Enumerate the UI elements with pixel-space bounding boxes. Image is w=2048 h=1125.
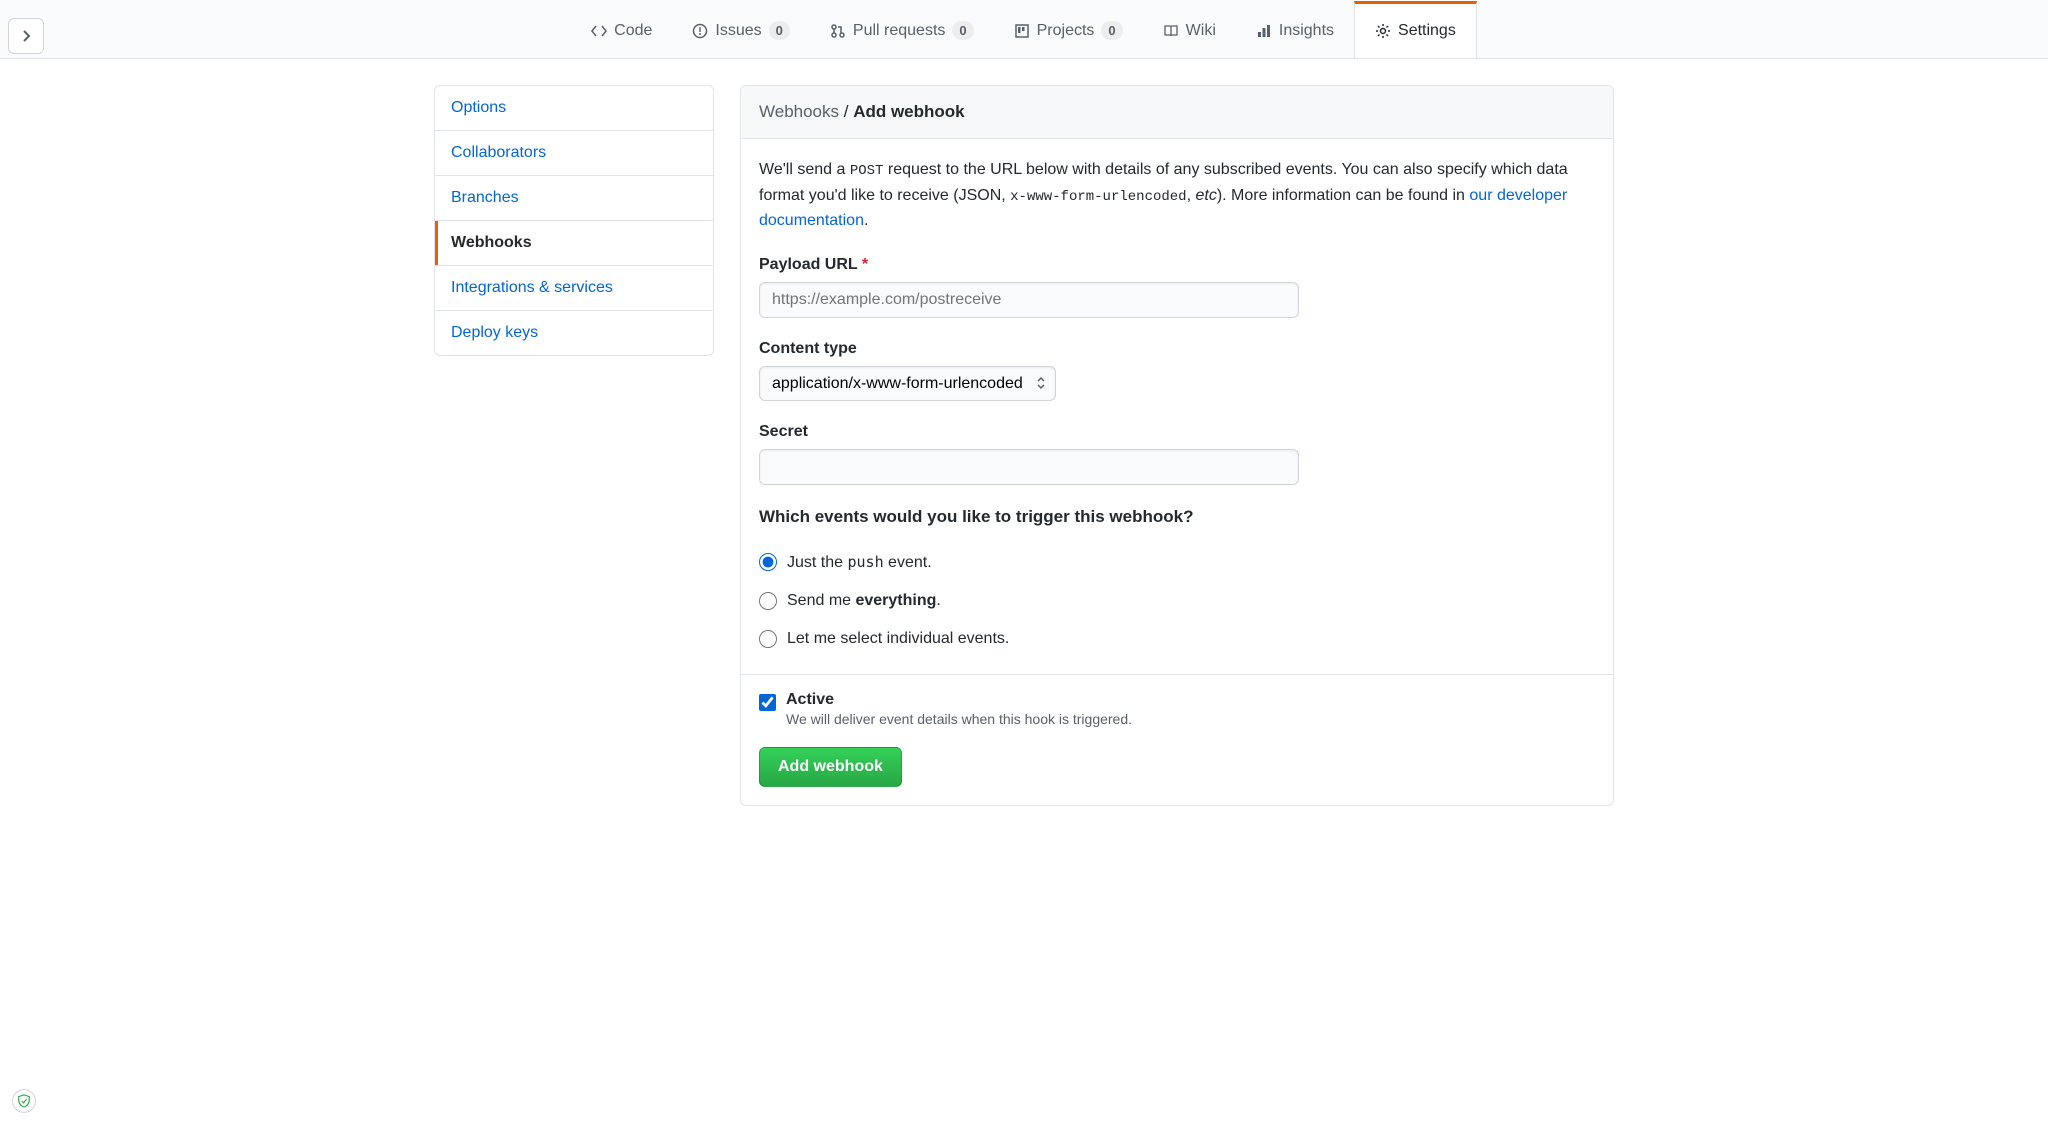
tab-pull-requests[interactable]: Pull requests 0 [810,0,994,58]
tab-label: Settings [1398,22,1456,40]
tab-label: Insights [1279,22,1334,40]
active-description: We will deliver event details when this … [786,711,1132,727]
content-type-select[interactable]: application/x-www-form-urlencoded [759,366,1056,401]
tab-code[interactable]: Code [571,1,672,58]
breadcrumb-parent[interactable]: Webhooks [759,102,839,121]
radio-individual-label: Let me select individual events. [787,630,1009,648]
radio-push-event[interactable] [759,553,777,571]
expand-sidebar-button[interactable] [8,18,44,54]
code-icon [591,23,607,39]
tab-insights[interactable]: Insights [1236,1,1354,58]
issue-icon [692,23,708,39]
repo-top-bar: Code Issues 0 Pull requests 0 Projects 0… [0,0,2048,59]
tab-settings[interactable]: Settings [1354,1,1477,58]
issues-count: 0 [769,21,790,40]
add-webhook-button[interactable]: Add webhook [759,747,902,787]
tab-label: Code [614,22,652,40]
book-icon [1163,23,1179,39]
sidebar-item-branches[interactable]: Branches [435,176,713,221]
radio-everything-label: Send me everything. [787,592,941,610]
content-type-label: Content type [759,340,1595,358]
tab-projects[interactable]: Projects 0 [994,0,1143,58]
payload-url-input[interactable] [759,282,1299,318]
divider [741,674,1613,675]
active-label: Active [786,691,1132,709]
tab-label: Projects [1037,22,1095,40]
sidebar-item-label: Webhooks [451,234,532,251]
sidebar-item-integrations[interactable]: Integrations & services [435,266,713,311]
projects-icon [1014,23,1030,39]
projects-count: 0 [1101,21,1122,40]
sidebar-item-options[interactable]: Options [435,86,713,131]
breadcrumb: Webhooks / Add webhook [741,86,1613,139]
active-checkbox[interactable] [759,694,776,711]
description-text: We'll send a POST request to the URL bel… [759,157,1595,234]
payload-url-label: Payload URL * [759,256,1595,274]
main-panel: Webhooks / Add webhook We'll send a POST… [740,85,1614,806]
tab-wiki[interactable]: Wiki [1143,1,1236,58]
pull-request-icon [830,23,846,39]
chevron-right-icon [21,29,31,43]
secret-label: Secret [759,423,1595,441]
sidebar-item-label: Collaborators [451,144,546,161]
shield-badge-icon[interactable] [12,1089,36,1113]
sidebar-item-deploy-keys[interactable]: Deploy keys [435,311,713,355]
settings-sidebar: Options Collaborators Branches Webhooks … [434,85,714,806]
sidebar-item-collaborators[interactable]: Collaborators [435,131,713,176]
sidebar-item-label: Deploy keys [451,324,538,341]
secret-input[interactable] [759,449,1299,485]
radio-everything[interactable] [759,592,777,610]
repo-tabs: Code Issues 0 Pull requests 0 Projects 0… [0,0,2048,58]
radio-push-label: Just the push event. [787,553,932,572]
tab-label: Pull requests [853,22,946,40]
tab-label: Issues [715,22,761,40]
sidebar-item-webhooks[interactable]: Webhooks [435,221,713,266]
tab-issues[interactable]: Issues 0 [672,0,809,58]
tab-label: Wiki [1186,22,1216,40]
sidebar-item-label: Options [451,99,506,116]
graph-icon [1256,23,1272,39]
events-heading: Which events would you like to trigger t… [759,507,1595,527]
pulls-count: 0 [952,21,973,40]
gear-icon [1375,23,1391,39]
sidebar-item-label: Integrations & services [451,279,613,296]
breadcrumb-current: Add webhook [853,102,964,121]
sidebar-item-label: Branches [451,189,519,206]
radio-individual[interactable] [759,630,777,648]
